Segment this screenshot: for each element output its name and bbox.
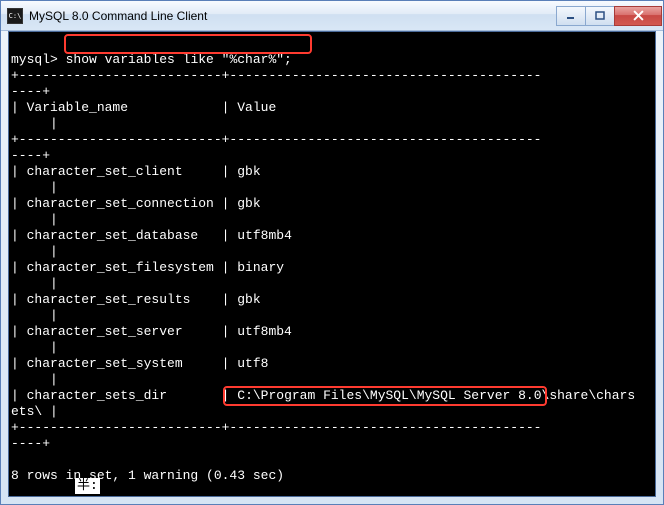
- app-icon: C:\: [7, 8, 23, 24]
- divider: +--------------------------+------------…: [11, 132, 542, 147]
- prompt-text: mysql> show variables like "%char%";: [11, 52, 292, 67]
- divider: +--------------------------+------------…: [11, 420, 542, 435]
- table-row: | character_set_filesystem | binary |: [11, 260, 284, 291]
- table-row: | character_set_server | utf8mb4 |: [11, 324, 292, 355]
- table-row: | character_set_results | gbk |: [11, 292, 261, 323]
- close-button[interactable]: [614, 6, 662, 26]
- minimize-button[interactable]: [556, 6, 586, 26]
- header-row: | Variable_name | Value |: [11, 100, 276, 131]
- divider-cont: ----+: [11, 436, 50, 451]
- table-row: | character_set_database | utf8mb4 |: [11, 228, 292, 259]
- divider: +--------------------------+------------…: [11, 68, 542, 83]
- table-row: | character_sets_dir | C:\Program Files\…: [11, 388, 635, 419]
- divider-cont: ----+: [11, 148, 50, 163]
- divider-cont: ----+: [11, 84, 50, 99]
- summary-line: 8 rows in set, 1 warning (0.43 sec): [11, 468, 284, 483]
- app-window: C:\ MySQL 8.0 Command Line Client mysql>…: [0, 0, 664, 505]
- terminal-output[interactable]: mysql> show variables like "%char%"; +--…: [8, 31, 656, 497]
- highlight-command: [64, 34, 312, 54]
- table-row: | character_set_connection | gbk |: [11, 196, 261, 227]
- table-row: | character_set_client | gbk |: [11, 164, 261, 195]
- window-title: MySQL 8.0 Command Line Client: [29, 9, 557, 23]
- ime-indicator: 半:: [75, 478, 100, 494]
- command-text: show variables like "%char%";: [66, 52, 292, 67]
- window-controls: [557, 6, 662, 26]
- maximize-button[interactable]: [585, 6, 615, 26]
- table-row: | character_set_system | utf8 |: [11, 356, 268, 387]
- titlebar[interactable]: C:\ MySQL 8.0 Command Line Client: [1, 1, 663, 31]
